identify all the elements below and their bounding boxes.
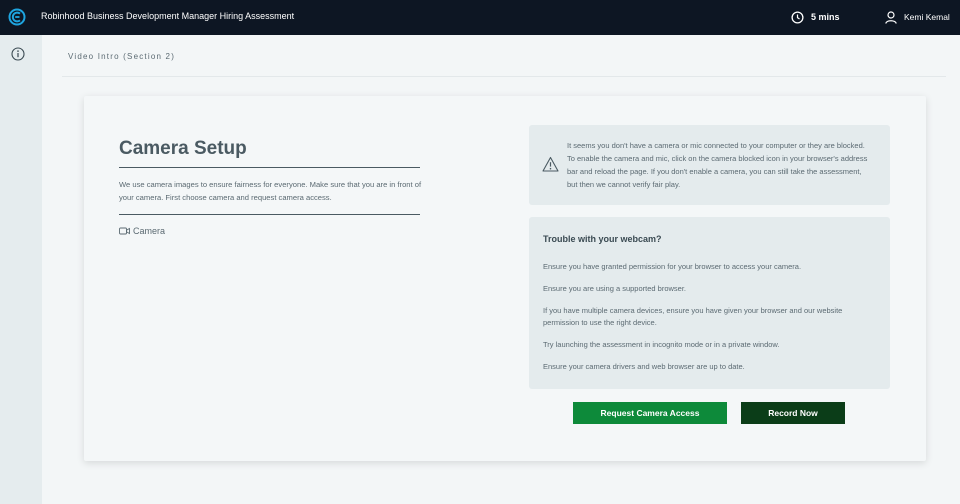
warning-text: It seems you don't have a camera or mic … <box>567 141 868 189</box>
user-name: Kemi Kemal <box>904 12 950 22</box>
clock-icon <box>791 10 804 24</box>
troubleshooting-list: Ensure you have granted permission for y… <box>543 261 873 383</box>
user-icon <box>885 10 897 24</box>
warning-box: It seems you don't have a camera or mic … <box>529 125 890 205</box>
camera-selector[interactable]: Camera <box>119 225 165 237</box>
top-bar: Robinhood Business Development Manager H… <box>0 0 960 35</box>
user-menu[interactable]: Kemi Kemal <box>885 10 950 24</box>
info-icon[interactable] <box>11 47 25 61</box>
list-item: Ensure you have granted permission for y… <box>543 262 802 271</box>
camera-setup-card: Camera Setup We use camera images to ens… <box>84 96 926 461</box>
video-camera-icon <box>119 227 130 235</box>
list-item: Ensure you are using a supported browser… <box>543 284 687 293</box>
divider <box>119 167 420 168</box>
divider <box>119 214 420 215</box>
section-header: Video Intro (Section 2) <box>62 35 946 77</box>
warning-icon <box>542 156 559 172</box>
camera-description: We use camera images to ensure fairness … <box>119 180 422 202</box>
troubleshooting-title: Trouble with your webcam? <box>543 234 662 244</box>
section-title: Video Intro (Section 2) <box>68 52 176 61</box>
request-camera-access-button[interactable]: Request Camera Access <box>573 402 727 424</box>
camera-label: Camera <box>133 226 166 236</box>
record-now-button[interactable]: Record Now <box>741 402 845 424</box>
page-title: Camera Setup <box>119 138 247 159</box>
app-title: Robinhood Business Development Manager H… <box>41 11 295 21</box>
list-item: Ensure your camera drivers and web brows… <box>543 362 745 371</box>
logo-icon <box>8 8 26 26</box>
list-item: If you have multiple camera devices, ens… <box>543 306 843 327</box>
timer: 5 mins <box>791 10 840 24</box>
webcam-troubleshooting: Trouble with your webcam? Ensure you hav… <box>529 217 890 389</box>
timer-value: 5 mins <box>811 12 840 22</box>
list-item: Try launching the assessment in incognit… <box>543 340 780 349</box>
sidebar <box>0 35 42 504</box>
